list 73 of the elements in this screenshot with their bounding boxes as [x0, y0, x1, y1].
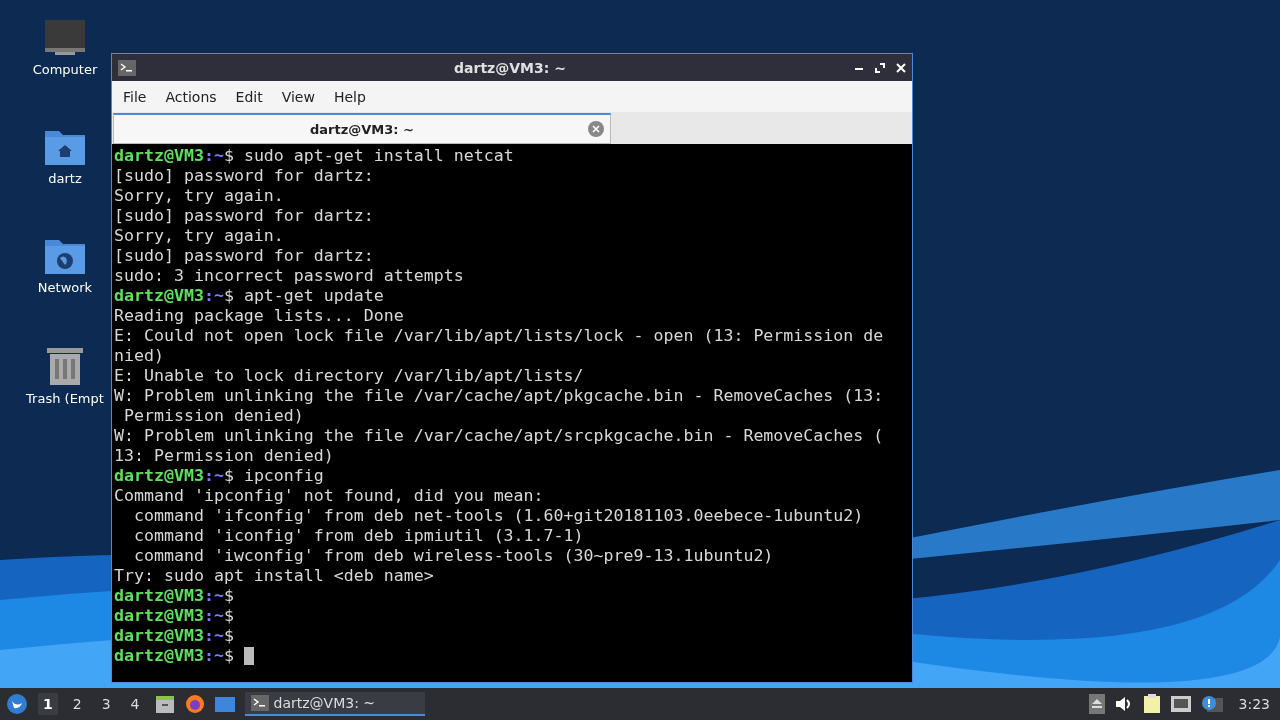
prompt-path: :~ — [203, 466, 224, 486]
clipboard-icon[interactable] — [1142, 694, 1161, 714]
prompt-path: :~ — [203, 646, 224, 666]
terminal-icon — [118, 59, 136, 76]
output-line: W: Problem unlinking the file /var/cache/apt/pkgcache.bin - RemoveCaches (13: — [114, 386, 884, 406]
prompt-user: dartz@VM3 — [114, 586, 204, 606]
prompt-user: dartz@VM3 — [114, 466, 204, 486]
output-line: nied) — [114, 346, 164, 366]
desktop-icon-label[interactable]: Computer — [32, 62, 98, 77]
workspace-button[interactable]: 3 — [96, 693, 116, 715]
workspace-button[interactable]: 2 — [67, 693, 87, 715]
output-line: [sudo] password for dartz: — [114, 166, 374, 186]
output-line: E: Could not open lock file /var/lib/apt/lists/lock - open (13: Permission de — [114, 326, 884, 346]
prompt-sign: $ — [223, 466, 234, 486]
prompt-path: :~ — [203, 606, 224, 626]
output-line: W: Problem unlinking the file /var/cache/apt/srcpkgcache.bin - RemoveCaches ( — [114, 426, 884, 446]
output-line: Reading package lists... Done — [114, 306, 404, 326]
output-line: Command 'ipconfig' not found, did you mean: — [114, 486, 544, 506]
desktop-icon-label[interactable]: Network — [37, 280, 93, 295]
workspace-button[interactable]: 4 — [125, 693, 145, 715]
output-line: Permission denied) — [123, 406, 304, 426]
prompt-path: :~ — [203, 146, 224, 166]
output-line: command 'iwconfig' from deb wireless-tools (30~pre9-13.1ubuntu2) — [132, 546, 774, 566]
prompt-user: dartz@VM3 — [114, 626, 204, 646]
output-line: command 'ifconfig' from deb net-tools (1.60+git20181103.0eebece-1ubuntu2) — [132, 506, 864, 526]
file-cabinet-icon[interactable] — [154, 694, 175, 714]
notification-icon[interactable] — [1200, 695, 1223, 713]
prompt-user: dartz@VM3 — [114, 146, 204, 166]
output-line: [sudo] password for dartz: — [114, 246, 374, 266]
prompt-user: dartz@VM3 — [114, 286, 204, 306]
prompt-sign: $ — [223, 286, 234, 306]
monitor-icon[interactable] — [43, 18, 87, 58]
output-line: 13: Permission denied) — [114, 446, 334, 466]
desktop-icon-label[interactable]: dartz — [48, 171, 82, 186]
output-line: Sorry, try again. — [114, 186, 284, 206]
workspace-button[interactable]: 1 — [38, 693, 58, 715]
task-title: dartz@VM3: ~ — [273, 695, 376, 711]
command-text: ipconfig — [243, 466, 324, 486]
prompt-path: :~ — [203, 586, 224, 606]
prompt-sign: $ — [223, 646, 234, 666]
output-line: command 'iconfig' from deb ipmiutil (3.1.7-1) — [132, 526, 584, 546]
prompt-path: :~ — [203, 286, 224, 306]
prompt-user: dartz@VM3 — [114, 606, 204, 626]
command-text: sudo apt-get install netcat — [243, 146, 514, 166]
window-title: dartz@VM3: ~ — [453, 59, 567, 76]
prompt-sign: $ — [223, 146, 234, 166]
maximize-icon[interactable] — [875, 62, 885, 73]
menu-item[interactable]: Help — [332, 84, 375, 109]
desktop-icon[interactable] — [214, 695, 235, 713]
prompt-sign: $ — [223, 626, 234, 646]
tab-title: dartz@VM3: ~ — [310, 121, 414, 137]
eject-icon[interactable] — [1088, 694, 1105, 714]
command-text: apt-get update — [243, 286, 384, 306]
menu-item[interactable]: Actions — [164, 84, 226, 109]
menu-item[interactable]: File — [122, 84, 156, 109]
desktop-icon-label[interactable]: Trash (Empt — [26, 391, 104, 406]
close-icon[interactable] — [896, 62, 906, 73]
taskbar-task[interactable]: dartz@VM3: ~ — [244, 692, 425, 716]
clock: 3:23 — [1238, 696, 1270, 712]
terminal-icon — [250, 695, 269, 711]
speaker-icon[interactable] — [1114, 696, 1133, 712]
output-line: Sorry, try again. — [114, 226, 284, 246]
output-line: E: Unable to lock directory /var/lib/apt/lists/ — [114, 366, 584, 386]
prompt-sign: $ — [223, 606, 234, 626]
prompt-user: dartz@VM3 — [114, 646, 204, 666]
prompt-sign: $ — [223, 586, 234, 606]
prompt-path: :~ — [203, 626, 224, 646]
output-line: [sudo] password for dartz: — [114, 206, 374, 226]
menu-item[interactable]: View — [280, 84, 324, 109]
output-line: sudo: 3 incorrect password attempts — [114, 266, 464, 286]
output-line: Try: sudo apt install <deb name> — [114, 566, 434, 586]
menu-item[interactable]: Edit — [234, 84, 272, 109]
terminal-tab[interactable]: dartz@VM3: ~ — [113, 113, 611, 144]
